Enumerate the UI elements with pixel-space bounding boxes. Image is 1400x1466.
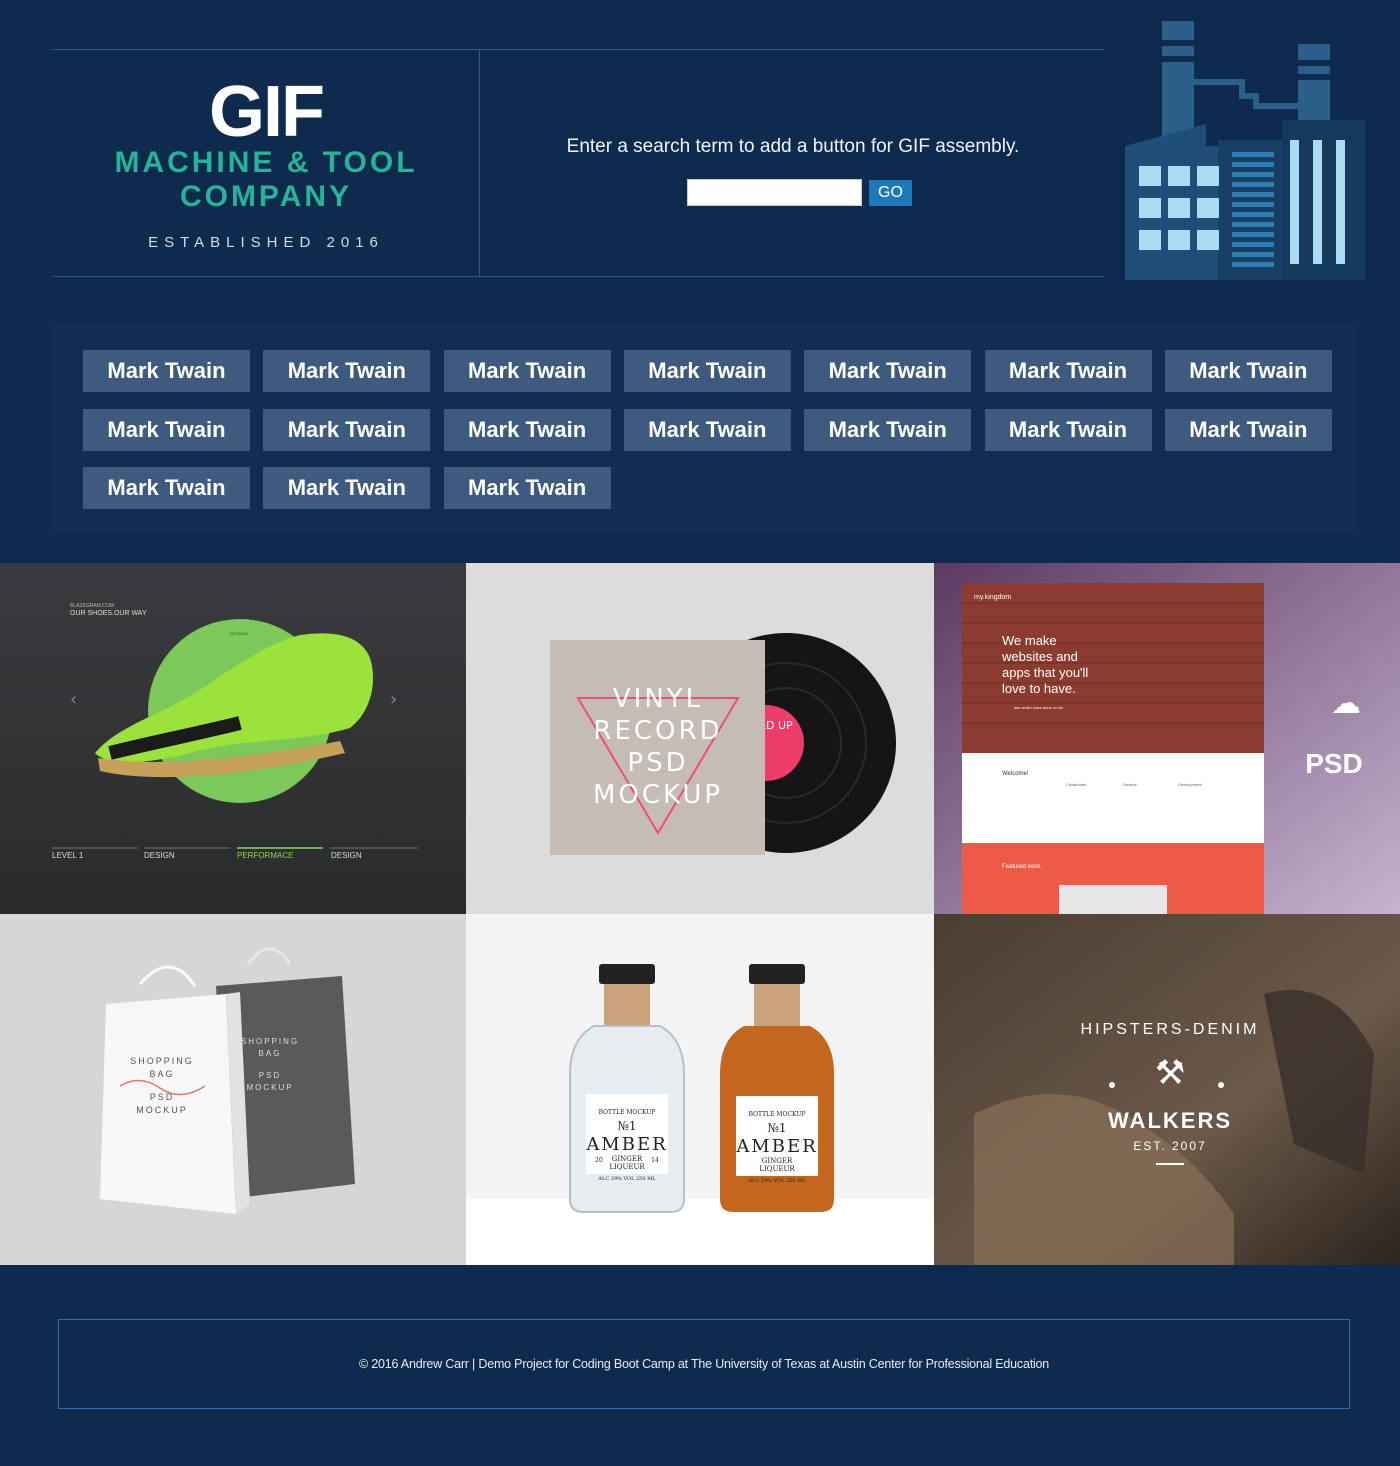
svg-text:SHOPPING: SHOPPING (241, 1037, 299, 1046)
shoe-brand: BLAZEGRAM.COM (70, 603, 114, 609)
site-headline-1: We make (1002, 633, 1057, 648)
site-welcome: Welcome! (1002, 771, 1029, 777)
logo-subtitle: MACHINE & TOOL COMPANY (53, 146, 479, 214)
shoe-small: SECTION (230, 631, 248, 636)
topic-button[interactable]: Mark Twain (1164, 408, 1332, 451)
walkers-est: EST. 2007 (1133, 1139, 1206, 1153)
gif-tile-walkers[interactable]: HIPSTERS-DENIM ⚒ WALKERS EST. 2007 (934, 914, 1400, 1265)
gif-tile-website[interactable]: my.kingdom We make websites and apps tha… (934, 563, 1400, 914)
topic-button[interactable]: Mark Twain (804, 350, 972, 392)
svg-text:BOTTLE MOCKUP: BOTTLE MOCKUP (749, 1111, 806, 1118)
topic-button[interactable]: Mark Twain (263, 467, 431, 509)
vinyl-line-4: MOCKUP (593, 780, 723, 810)
shoe-next-icon: › (390, 689, 397, 710)
svg-text:PSD: PSD (259, 1071, 281, 1080)
bottle-year-left: 20 (595, 1157, 603, 1164)
site-cta: see what i have done so far (1014, 705, 1064, 710)
svg-text:GINGER: GINGER (762, 1157, 793, 1165)
topic-button[interactable]: Mark Twain (443, 350, 611, 392)
topic-button[interactable]: Mark Twain (1164, 350, 1332, 392)
site-feature-3: Development (1178, 782, 1202, 787)
logo-title: GIF (209, 72, 325, 152)
site-feature-2: Creative (1122, 782, 1138, 787)
gif-tile-vinyl[interactable]: YL RD UP VINYL RECORD PSD MOCKUP (466, 563, 934, 914)
topic-button[interactable]: Mark Twain (623, 408, 791, 451)
bottle-top: BOTTLE MOCKUP (599, 1109, 656, 1116)
topic-button[interactable]: Mark Twain (263, 408, 431, 451)
topic-button[interactable]: Mark Twain (623, 350, 791, 392)
topic-button[interactable]: Mark Twain (984, 350, 1152, 392)
topic-button[interactable]: Mark Twain (443, 467, 611, 509)
svg-text:AMBER: AMBER (735, 1136, 817, 1157)
topic-button[interactable]: Mark Twain (443, 408, 611, 451)
shoe-nav-2: DESIGN (144, 851, 175, 860)
bag-line-2: BAG (149, 1069, 174, 1079)
topic-button[interactable]: Mark Twain (984, 408, 1152, 451)
site-brand: my.kingdom (974, 594, 1011, 601)
shoe-nav-4: DESIGN (331, 851, 362, 860)
bag-line-4: MOCKUP (136, 1105, 188, 1115)
topic-button[interactable]: Mark Twain (83, 350, 250, 392)
bottle-name: AMBER (585, 1134, 667, 1155)
factory-illustration (1122, 18, 1367, 280)
vinyl-line-1: VINYL (613, 684, 703, 714)
topic-buttons-panel: Mark Twain Mark Twain Mark Twain Mark Twain… (49, 322, 1356, 532)
footer: © 2016 Andrew Carr | Demo Project for Co… (58, 1319, 1350, 1409)
logo: GIF MACHINE & TOOL COMPANY ESTABLISHED 2… (53, 50, 480, 277)
svg-text:ALC 29% VOL 250 ML: ALC 29% VOL 250 ML (747, 1178, 806, 1184)
site-feature-1: Collaborate (1066, 782, 1087, 787)
site-featured: Featured work. (1002, 864, 1042, 870)
cloud-download-icon: ☁ (1331, 686, 1361, 721)
svg-text:BAG: BAG (259, 1049, 282, 1058)
walkers-arc: HIPSTERS-DENIM (1081, 1021, 1260, 1038)
site-headline-2: websites and (1001, 649, 1078, 664)
factory-icon (1125, 21, 1365, 280)
shoe-prev-icon: ‹ (70, 689, 77, 710)
search-input[interactable] (687, 179, 862, 206)
topic-button[interactable]: Mark Twain (804, 408, 972, 451)
walkers-name: WALKERS (1108, 1108, 1232, 1133)
vinyl-line-3: PSD (627, 748, 688, 778)
bottle-year-right: 14 (651, 1157, 659, 1164)
shoe-nav-1: LEVEL 1 (52, 851, 84, 860)
logo-subtitle-line1: MACHINE & TOOL (114, 146, 418, 179)
site-headline-4: love to have. (1002, 681, 1076, 696)
psd-badge: PSD (1305, 748, 1363, 779)
bag-line-1: SHOPPING (130, 1056, 194, 1066)
gif-tile-shoe[interactable]: BLAZEGRAM.COM OUR SHOES.OUR WAY SECTION … (0, 563, 466, 914)
vinyl-line-2: RECORD (593, 716, 722, 746)
site-headline-3: apps that you'll (1002, 665, 1088, 680)
gif-tile-bags[interactable]: SHOPPING BAG PSD MOCKUP SHOPPING BAG PSD… (0, 914, 466, 1265)
svg-text:№1: №1 (768, 1121, 787, 1135)
svg-text:MOCKUP: MOCKUP (246, 1083, 293, 1092)
svg-text:LIQUEUR: LIQUEUR (759, 1165, 795, 1173)
crossed-axes-icon: ⚒ (1155, 1053, 1185, 1093)
topic-button[interactable]: Mark Twain (263, 350, 431, 392)
shoe-nav-3: PERFORMACE (237, 851, 293, 860)
search-prompt: Enter a search term to add a button for … (566, 136, 1020, 157)
bottle-number: №1 (618, 1119, 637, 1133)
topic-button[interactable]: Mark Twain (83, 467, 250, 509)
topic-button[interactable]: Mark Twain (83, 408, 250, 451)
logo-established: ESTABLISHED 2016 (148, 234, 384, 251)
gif-tile-bottles[interactable]: BOTTLE MOCKUP №1 AMBER 20 14 GINGER LIQU… (466, 914, 934, 1265)
footer-text: © 2016 Andrew Carr | Demo Project for Co… (358, 1357, 1050, 1371)
bottle-sub2: LIQUEUR (609, 1163, 645, 1171)
logo-subtitle-line2: COMPANY (179, 180, 353, 213)
gif-gallery: BLAZEGRAM.COM OUR SHOES.OUR WAY SECTION … (0, 563, 1400, 1265)
site-header: GIF MACHINE & TOOL COMPANY ESTABLISHED 2… (53, 49, 1105, 277)
search-panel: Enter a search term to add a button for … (481, 50, 1105, 277)
bottle-sub1: GINGER (612, 1155, 643, 1163)
shoe-tagline: OUR SHOES.OUR WAY (70, 610, 147, 617)
go-button[interactable]: GO (869, 180, 912, 206)
bottle-abv: ALC 29% VOL 250 ML (597, 1176, 656, 1182)
